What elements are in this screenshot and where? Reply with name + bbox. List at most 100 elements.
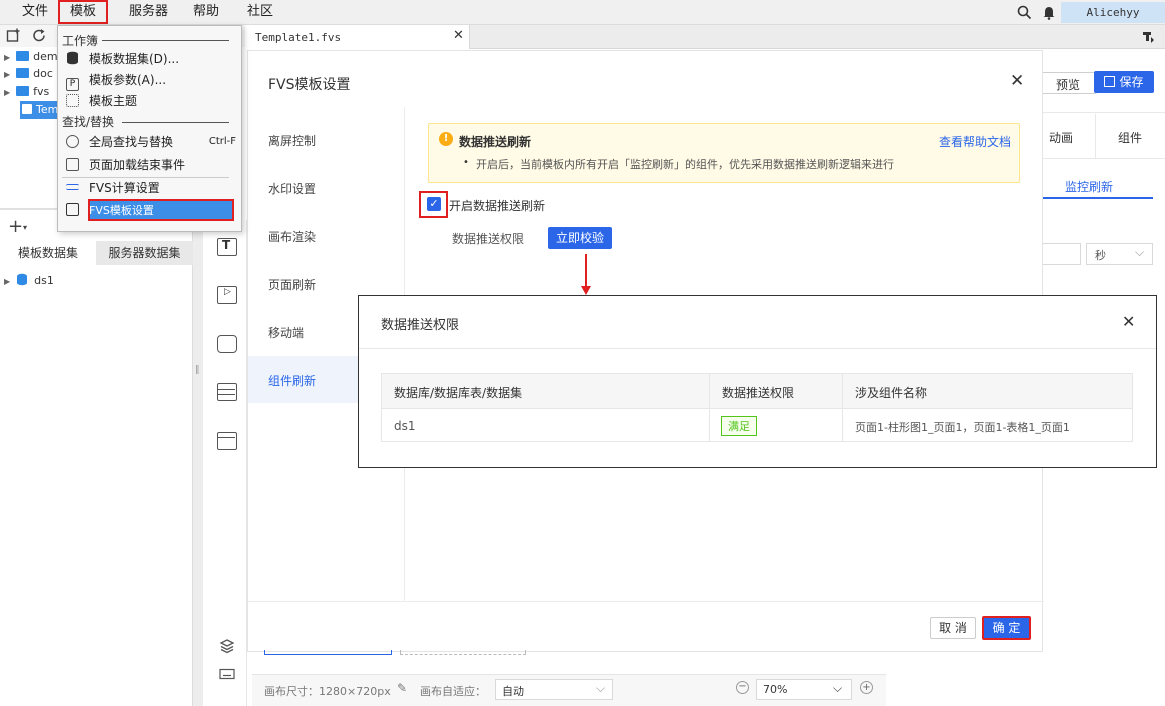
unit-select[interactable]: 秒 ⌵ — [1086, 243, 1153, 265]
close-icon[interactable]: ✕ — [453, 28, 464, 43]
header-components: 涉及组件名称 — [855, 386, 928, 400]
add-icon[interactable]: + — [8, 218, 23, 236]
menu-item-calc[interactable]: FVS计算设置 — [66, 178, 160, 198]
page-thumbnail[interactable] — [264, 650, 392, 655]
adaptive-label: 画布自适应： — [420, 685, 486, 698]
header-dataset: 数据库/数据库表/数据集 — [394, 386, 523, 400]
calc-icon — [66, 184, 79, 190]
divider — [122, 122, 229, 123]
divider — [1095, 114, 1096, 158]
event-icon — [66, 158, 79, 171]
add-page-slot[interactable] — [400, 650, 526, 655]
active-underline — [1043, 197, 1153, 199]
refresh-icon[interactable] — [32, 28, 47, 43]
interval-input[interactable] — [1039, 243, 1081, 265]
dataset-item[interactable]: ▶ ds1 — [4, 272, 54, 290]
menu-bar: 文件 模板 服务器 帮助 社区 Alicehyy — [0, 0, 1165, 25]
menu-template[interactable]: 模板 — [58, 0, 108, 24]
tab-template1[interactable]: Template1.fvs ✕ — [245, 25, 470, 49]
divider — [102, 40, 229, 41]
nav-component-refresh[interactable]: 组件刷新 — [268, 372, 316, 389]
checkbox-label: 开启数据推送刷新 — [449, 199, 546, 213]
cancel-button[interactable]: 取 消 — [930, 617, 976, 639]
push-refresh-checkbox[interactable]: ✓ — [427, 197, 441, 211]
nav-watermark[interactable]: 水印设置 — [268, 180, 316, 197]
menu-server[interactable]: 服务器 — [129, 0, 168, 25]
template-menu: 工作簿 模板数据集(D)... P 模板参数(A)... 模板主题 查找/替换 全… — [57, 25, 242, 232]
tree-item[interactable]: ▶ doc — [4, 65, 53, 83]
table-icon[interactable] — [217, 383, 237, 401]
status-bar: 画布尺寸：1280×720px ✎ 画布自适应： 自动 ⌵ − 70% ⌵ + — [252, 674, 886, 706]
divider — [1043, 112, 1165, 113]
new-file-icon[interactable] — [6, 28, 21, 43]
close-icon[interactable]: ✕ — [1010, 71, 1024, 91]
menu-item-find-replace[interactable]: 全局查找与替换 Ctrl-F — [66, 132, 236, 152]
menu-help[interactable]: 帮助 — [193, 0, 219, 25]
database-icon — [17, 273, 28, 286]
keyboard-icon[interactable] — [219, 668, 235, 680]
confirm-button[interactable]: 确 定 — [982, 616, 1031, 640]
cell-dataset: ds1 — [394, 419, 416, 433]
chevron-down-icon[interactable]: ▾ — [23, 223, 27, 232]
pin-icon[interactable] — [1142, 31, 1154, 43]
tree-item[interactable]: ▶ fvs — [4, 83, 49, 101]
tab-animation[interactable]: 动画 — [1049, 129, 1073, 146]
tree-item-selected[interactable]: Tem — [20, 101, 61, 119]
layers-icon[interactable] — [219, 638, 235, 654]
param-icon: P — [66, 78, 79, 91]
search-icon[interactable] — [1017, 5, 1032, 20]
zoom-in-icon[interactable]: + — [860, 681, 873, 694]
bell-icon[interactable] — [1042, 5, 1056, 20]
tab-server-dataset[interactable]: 服务器数据集 — [96, 241, 193, 265]
table-header: 数据库/数据库表/数据集 数据推送权限 涉及组件名称 — [382, 374, 1132, 409]
permission-label: 数据推送权限 — [452, 232, 525, 246]
zoom-out-icon[interactable]: − — [736, 681, 749, 694]
inbox-icon[interactable] — [217, 335, 237, 353]
nav-mobile[interactable]: 移动端 — [268, 324, 304, 341]
menu-item-params[interactable]: P 模板参数(A)... — [66, 70, 166, 91]
table-row: ds1 满足 页面1-柱形图1_页面1，页面1-表格1_页面1 — [382, 410, 1132, 441]
video-icon[interactable]: ▷ — [217, 286, 237, 304]
divider — [359, 348, 1156, 349]
banner-text: 开启后，当前模板内所有开启「监控刷新」的组件，优先采用数据推送刷新逻辑来进行 — [476, 158, 894, 171]
archive-icon[interactable] — [217, 432, 237, 450]
folder-icon — [16, 86, 30, 96]
tab-monitor-refresh[interactable]: 监控刷新 — [1065, 178, 1113, 195]
folder-icon — [16, 68, 30, 78]
tree-item[interactable]: ▶ dem — [4, 48, 58, 66]
nav-page-refresh[interactable]: 页面刷新 — [268, 276, 316, 293]
divider — [1043, 158, 1165, 159]
component-icon-column: T ▷ — [203, 220, 247, 706]
help-doc-link[interactable]: 查看帮助文档 — [939, 133, 1011, 150]
menu-community[interactable]: 社区 — [247, 0, 273, 25]
grid-icon — [66, 94, 79, 107]
banner-title: 数据推送刷新 — [459, 135, 532, 149]
dialog-title: FVS模板设置 — [268, 77, 351, 93]
user-name[interactable]: Alicehyy — [1061, 2, 1165, 23]
info-banner: ! 数据推送刷新 查看帮助文档 • 开启后，当前模板内所有开启「监控刷新」的组件… — [428, 123, 1020, 183]
file-icon — [22, 104, 32, 114]
edit-icon[interactable]: ✎ — [397, 681, 407, 695]
menu-item-load-event[interactable]: 页面加载结束事件 — [66, 155, 185, 175]
menu-file[interactable]: 文件 — [22, 0, 48, 25]
tab-template-dataset[interactable]: 模板数据集 — [0, 241, 96, 265]
save-button[interactable]: 保存 — [1094, 71, 1154, 93]
menu-section-workbook: 工作簿 — [62, 34, 99, 48]
nav-canvas-render[interactable]: 画布渲染 — [268, 228, 316, 245]
zoom-select[interactable]: 70% ⌵ — [756, 679, 852, 700]
menu-item-dataset[interactable]: 模板数据集(D)... — [66, 49, 179, 69]
tab-title: Template1.fvs — [255, 31, 342, 44]
text-icon[interactable]: T — [217, 238, 237, 256]
preview-button[interactable]: 预览 — [1037, 72, 1097, 94]
tab-strip: Template1.fvs ✕ — [245, 25, 1165, 49]
tab-component[interactable]: 组件 — [1118, 129, 1142, 146]
close-icon[interactable]: ✕ — [1122, 312, 1135, 331]
nav-offscreen[interactable]: 离屏控制 — [268, 132, 316, 149]
menu-item-theme[interactable]: 模板主题 — [66, 91, 137, 111]
status-badge: 满足 — [721, 416, 757, 436]
dataset-tabs: 模板数据集 服务器数据集 — [0, 241, 193, 265]
verify-button[interactable]: 立即校验 — [548, 227, 612, 249]
shortcut: Ctrl-F — [208, 136, 236, 147]
adaptive-select[interactable]: 自动 ⌵ — [495, 679, 613, 700]
menu-item-fvs-settings[interactable]: FVS模板设置 — [66, 200, 154, 220]
